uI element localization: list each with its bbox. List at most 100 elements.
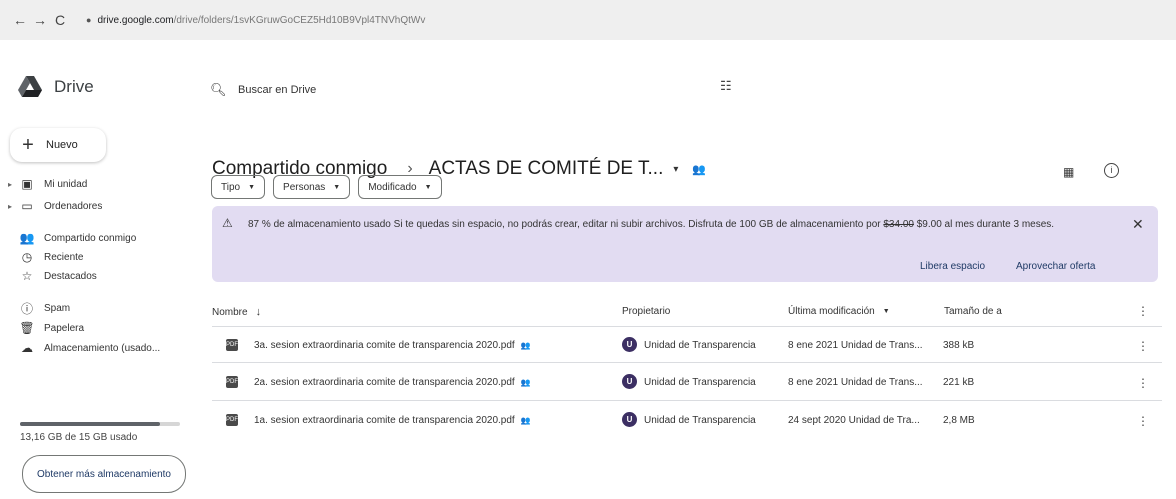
owner-cell: Unidad de Transparencia	[644, 340, 756, 351]
reload-icon[interactable]: C	[50, 12, 70, 28]
shared-icon: 👥	[520, 341, 531, 350]
sidebar-item-label: Almacenamiento (usado...	[44, 342, 161, 354]
size-cell: 2,8 MB	[943, 415, 975, 426]
sidebar-item-trash[interactable]: 🗑 Papelera	[8, 318, 84, 338]
shared-icon: 👥	[520, 378, 531, 387]
caret-right-icon[interactable]: ▸	[8, 180, 18, 189]
more-options-icon[interactable]: ⋮	[1137, 304, 1149, 318]
sidebar-item-label: Compartido conmigo	[44, 232, 137, 244]
sidebar-item-recent[interactable]: ◷ Reciente	[8, 247, 84, 267]
info-icon[interactable]: i	[1104, 163, 1119, 178]
drive-icon: ▣	[21, 177, 33, 191]
more-options-icon[interactable]: ⋮	[1137, 414, 1149, 428]
caret-right-icon[interactable]: ▸	[8, 202, 18, 211]
sidebar-item-label: Papelera	[44, 322, 85, 334]
owner-cell: Unidad de Transparencia	[644, 415, 756, 426]
cloud-icon: ☁	[21, 341, 33, 355]
claim-offer-button[interactable]: Aprovechar oferta	[1016, 261, 1096, 272]
owner-cell: Unidad de Transparencia	[644, 377, 756, 388]
divider	[212, 400, 1162, 401]
sidebar-item-computers[interactable]: ▸ ▭ Ordenadores	[8, 196, 102, 216]
size-cell: 388 kB	[943, 340, 975, 351]
sidebar-item-label: Destacados	[44, 270, 97, 282]
grid-view-icon[interactable]: ▦	[1063, 165, 1074, 179]
sidebar-item-starred[interactable]: ☆ Destacados	[8, 266, 97, 286]
modified-cell: 8 ene 2021 Unidad de Trans...	[788, 340, 923, 351]
warning-icon: ⚠	[222, 216, 233, 230]
spam-icon: ⓘ	[20, 301, 33, 316]
url-path: /drive/folders/1svKGruwGoCEZ5Hd10B9Vpl4T…	[173, 14, 426, 26]
new-button[interactable]: + Nuevo	[10, 128, 106, 162]
close-icon[interactable]: ✕	[1132, 216, 1144, 233]
modified-cell: 8 ene 2021 Unidad de Trans...	[788, 377, 923, 388]
column-header-size[interactable]: Tamaño de a	[944, 306, 1002, 317]
file-name-cell: 1a. sesion extraordinaria comite de tran…	[254, 415, 531, 426]
storage-warning-banner: ⚠ 87 % de almacenamiento usado Si te que…	[212, 206, 1158, 282]
people-icon: 👥	[19, 231, 35, 245]
free-space-button[interactable]: Libera espacio	[920, 261, 985, 272]
file-name-cell: 2a. sesion extraordinaria comite de tran…	[254, 377, 531, 388]
sort-arrow-down-icon[interactable]: ↓	[256, 306, 262, 318]
shared-icon: 👥	[520, 416, 531, 425]
more-options-icon[interactable]: ⋮	[1137, 376, 1149, 390]
site-info-icon[interactable]: ●	[86, 15, 91, 25]
filter-bar: Tipo ▼ Personas ▼ Modificado ▼	[211, 175, 450, 199]
banner-text-main: 87 % de almacenamiento usado Si te queda…	[248, 219, 884, 230]
chevron-down-icon: ▼	[882, 308, 890, 315]
column-header-name[interactable]: Nombre ↓	[212, 306, 261, 318]
shared-folder-icon[interactable]: 👥	[692, 163, 706, 176]
filter-modified-chip[interactable]: Modificado ▼	[358, 175, 442, 199]
table-row[interactable]: PDF 1a. sesion extraordinaria comite de …	[212, 407, 1162, 437]
search-input[interactable]	[238, 84, 538, 96]
storage-usage-text: 13,16 GB de 15 GB usado	[20, 432, 138, 443]
storage-usage-bar	[20, 422, 180, 426]
sidebar-item-label: Ordenadores	[44, 200, 103, 212]
avatar: U	[622, 337, 637, 352]
plus-icon: +	[22, 133, 34, 156]
pdf-file-icon: PDF	[226, 376, 238, 388]
column-header-modified[interactable]: Última modificación ▼	[788, 306, 890, 317]
divider	[212, 362, 1162, 363]
search-icon[interactable]: 🔍︎	[210, 82, 230, 98]
clock-icon: ◷	[21, 250, 33, 264]
column-header-label: Propietario	[622, 306, 671, 317]
sidebar-item-label: Spam	[44, 302, 71, 314]
address-bar[interactable]: ● drive.google.com/drive/folders/1svKGru…	[78, 7, 1176, 33]
more-options-icon[interactable]: ⋮	[1137, 339, 1149, 353]
sidebar-item-storage[interactable]: ☁ Almacenamiento (usado...	[8, 338, 160, 358]
forward-arrow-icon[interactable]: →	[30, 12, 50, 28]
file-name: 2a. sesion extraordinaria comite de tran…	[254, 377, 515, 388]
sidebar-item-my-drive[interactable]: ▸ ▣ Mi unidad	[8, 174, 87, 194]
chevron-down-icon: ▼	[248, 183, 256, 191]
table-row[interactable]: PDF 3a. sesion extraordinaria comite de …	[212, 332, 1162, 362]
new-button-label: Nuevo	[46, 139, 78, 151]
filter-type-chip[interactable]: Tipo ▼	[211, 175, 266, 199]
modified-cell: 24 sept 2020 Unidad de Tra...	[788, 415, 920, 426]
search-options-icon[interactable]: ☷	[720, 78, 732, 94]
filter-chip-label: Modificado	[368, 181, 417, 193]
star-icon: ☆	[21, 269, 33, 283]
breadcrumb-current-folder[interactable]: ACTAS DE COMITÉ DE T...	[429, 158, 664, 180]
table-row[interactable]: PDF 2a. sesion extraordinaria comite de …	[212, 369, 1162, 399]
filter-chip-label: Personas	[283, 181, 326, 193]
folder-menu-caret-icon[interactable]: ▾	[673, 164, 678, 175]
column-header-label: Nombre	[212, 306, 248, 318]
chevron-down-icon: ▼	[424, 183, 432, 191]
drive-logo-text: Drive	[54, 77, 94, 96]
column-header-owner[interactable]: Propietario	[622, 306, 670, 317]
storage-usage-fill	[20, 422, 161, 426]
url-host: drive.google.com	[97, 14, 174, 26]
size-cell: 221 kB	[943, 377, 975, 388]
banner-old-price: $34.00	[883, 219, 914, 230]
sidebar-item-label: Reciente	[44, 251, 84, 263]
sidebar: Drive + Nuevo ▸ ▣ Mi unidad ▸ ▭ Ordenado…	[0, 58, 200, 499]
file-name-cell: 3a. sesion extraordinaria comite de tran…	[254, 340, 531, 351]
drive-logo-link[interactable]: Drive	[18, 76, 94, 98]
sidebar-item-spam[interactable]: ⓘ Spam	[8, 298, 70, 318]
filter-people-chip[interactable]: Personas ▼	[273, 175, 351, 199]
get-more-storage-button[interactable]: Obtener más almacenamiento	[22, 455, 186, 493]
sidebar-item-shared-with-me[interactable]: 👥 Compartido conmigo	[8, 228, 137, 248]
pdf-file-icon: PDF	[226, 414, 238, 426]
trash-icon: 🗑	[19, 321, 35, 335]
back-arrow-icon[interactable]: ←	[10, 12, 30, 28]
